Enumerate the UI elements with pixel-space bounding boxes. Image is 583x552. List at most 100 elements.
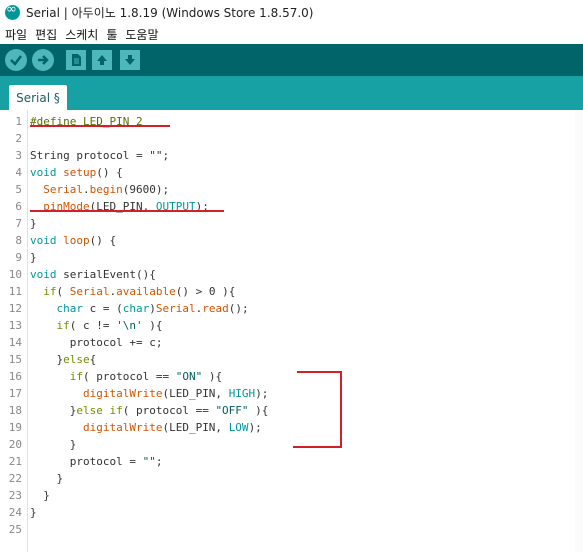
code-text: void loop() { bbox=[30, 232, 116, 249]
code-token: setup bbox=[56, 166, 97, 179]
line-number: 14 bbox=[8, 336, 22, 349]
menu-sketch[interactable]: 스케치 bbox=[65, 26, 98, 43]
editor-scrollbar[interactable] bbox=[575, 110, 583, 552]
code-token: } bbox=[30, 438, 77, 451]
line-number: 16 bbox=[8, 370, 22, 383]
line-number: 3 bbox=[15, 149, 22, 162]
code-token: (LED_PIN, bbox=[162, 421, 229, 434]
menu-file[interactable]: 파일 bbox=[5, 26, 27, 43]
code-token: } bbox=[30, 489, 50, 502]
code-token: () { bbox=[89, 234, 117, 247]
upload-icon bbox=[38, 55, 49, 65]
tab-serial[interactable]: Serial § bbox=[9, 85, 67, 110]
code-token: if bbox=[30, 285, 57, 298]
code-token: serialEvent bbox=[56, 268, 136, 281]
line-number: 15 bbox=[8, 353, 22, 366]
code-text: } bbox=[30, 249, 37, 266]
code-text: }else{ bbox=[30, 351, 96, 368]
code-editor[interactable]: 1 #define LED_PIN 2 2 3 String protocol = ""… bbox=[0, 110, 583, 552]
code-token: } bbox=[30, 353, 64, 366]
code-text: } bbox=[30, 215, 37, 232]
window-title: Serial | 아두이노 1.8.19 (Windows Store 1.8.… bbox=[26, 5, 314, 20]
code-token: HIGH bbox=[228, 387, 256, 400]
code-token: begin bbox=[89, 183, 123, 196]
menu-edit[interactable]: 편집 bbox=[35, 26, 57, 43]
code-token: protocol += c; bbox=[30, 336, 163, 349]
menu-bar: 파일 편집 스케치 툴 도움말 bbox=[0, 24, 583, 44]
code-token: ); bbox=[248, 421, 262, 434]
line-number: 6 bbox=[15, 200, 22, 213]
annotation-underline-define bbox=[30, 125, 170, 127]
menu-help[interactable]: 도움말 bbox=[125, 26, 158, 43]
code-token: ){ bbox=[202, 370, 223, 383]
code-text: void serialEvent(){ bbox=[30, 266, 156, 283]
code-token: () > 0 ){ bbox=[175, 285, 236, 298]
open-button[interactable] bbox=[92, 50, 112, 70]
new-icon bbox=[72, 54, 81, 66]
line-number: 22 bbox=[8, 472, 22, 485]
line-number: 9 bbox=[15, 251, 22, 264]
code-token: "" bbox=[142, 455, 156, 468]
line-number: 2 bbox=[15, 132, 22, 145]
code-token: if bbox=[30, 370, 83, 383]
line-number: 24 bbox=[8, 506, 22, 519]
verify-button[interactable] bbox=[5, 49, 27, 71]
code-text: } bbox=[30, 470, 63, 487]
menu-tools[interactable]: 툴 bbox=[106, 26, 117, 43]
code-token: ( bbox=[56, 285, 70, 298]
line-number: 13 bbox=[8, 319, 22, 332]
code-token: { bbox=[89, 353, 97, 366]
code-token: c = ( bbox=[82, 302, 123, 315]
line-number: 12 bbox=[8, 302, 22, 315]
code-token: char bbox=[30, 302, 83, 315]
new-button[interactable] bbox=[66, 50, 86, 70]
code-token: loop bbox=[56, 234, 90, 247]
code-text: pinMode(LED_PIN, OUTPUT); bbox=[30, 198, 209, 215]
code-token: Serial bbox=[69, 285, 110, 298]
code-token: LOW bbox=[228, 421, 249, 434]
code-text: String protocol = ""; bbox=[30, 147, 169, 164]
save-icon bbox=[125, 55, 135, 65]
line-number: 25 bbox=[8, 523, 22, 536]
code-text: void setup() { bbox=[30, 164, 123, 181]
code-token: void bbox=[30, 234, 57, 247]
upload-button[interactable] bbox=[32, 49, 54, 71]
code-token: String protocol = ""; bbox=[30, 149, 170, 162]
code-text: }else if( protocol == "OFF" ){ bbox=[30, 402, 269, 419]
code-token: ; bbox=[155, 455, 163, 468]
code-token: protocol = bbox=[30, 455, 143, 468]
code-text: digitalWrite(LED_PIN, LOW); bbox=[30, 419, 262, 436]
code-token: void bbox=[30, 166, 57, 179]
code-token: ( c != bbox=[69, 319, 117, 332]
verify-icon bbox=[10, 55, 22, 66]
open-icon bbox=[97, 55, 107, 65]
line-number: 21 bbox=[8, 455, 22, 468]
code-text: if( protocol == "ON" ){ bbox=[30, 368, 222, 385]
code-text: char c = (char)Serial.read(); bbox=[30, 300, 248, 317]
code-token: } bbox=[30, 251, 37, 264]
save-button[interactable] bbox=[120, 50, 140, 70]
code-text: if( c != '\n' ){ bbox=[30, 317, 162, 334]
line-number: 8 bbox=[15, 234, 22, 247]
code-token: Serial bbox=[155, 302, 196, 315]
code-token: } bbox=[30, 217, 37, 230]
line-number: 1 bbox=[15, 115, 22, 128]
code-token: digitalWrite bbox=[30, 387, 163, 400]
toolbar bbox=[0, 44, 583, 76]
code-token: ( protocol == bbox=[82, 370, 176, 383]
annotation-bracket-side bbox=[340, 371, 342, 447]
gutter-divider bbox=[27, 110, 28, 552]
code-token: void bbox=[30, 268, 57, 281]
code-text: protocol += c; bbox=[30, 334, 163, 351]
code-token: char bbox=[122, 302, 150, 315]
code-token: } bbox=[30, 472, 64, 485]
code-token: ); bbox=[255, 387, 269, 400]
title-bar: Serial | 아두이노 1.8.19 (Windows Store 1.8.… bbox=[0, 0, 583, 24]
code-token: ){ bbox=[142, 319, 163, 332]
code-token: (9600); bbox=[122, 183, 170, 196]
code-text: } bbox=[30, 504, 37, 521]
line-number: 4 bbox=[15, 166, 22, 179]
line-number: 18 bbox=[8, 404, 22, 417]
tab-bar: Serial § bbox=[0, 76, 583, 110]
annotation-bracket-top bbox=[297, 371, 342, 373]
